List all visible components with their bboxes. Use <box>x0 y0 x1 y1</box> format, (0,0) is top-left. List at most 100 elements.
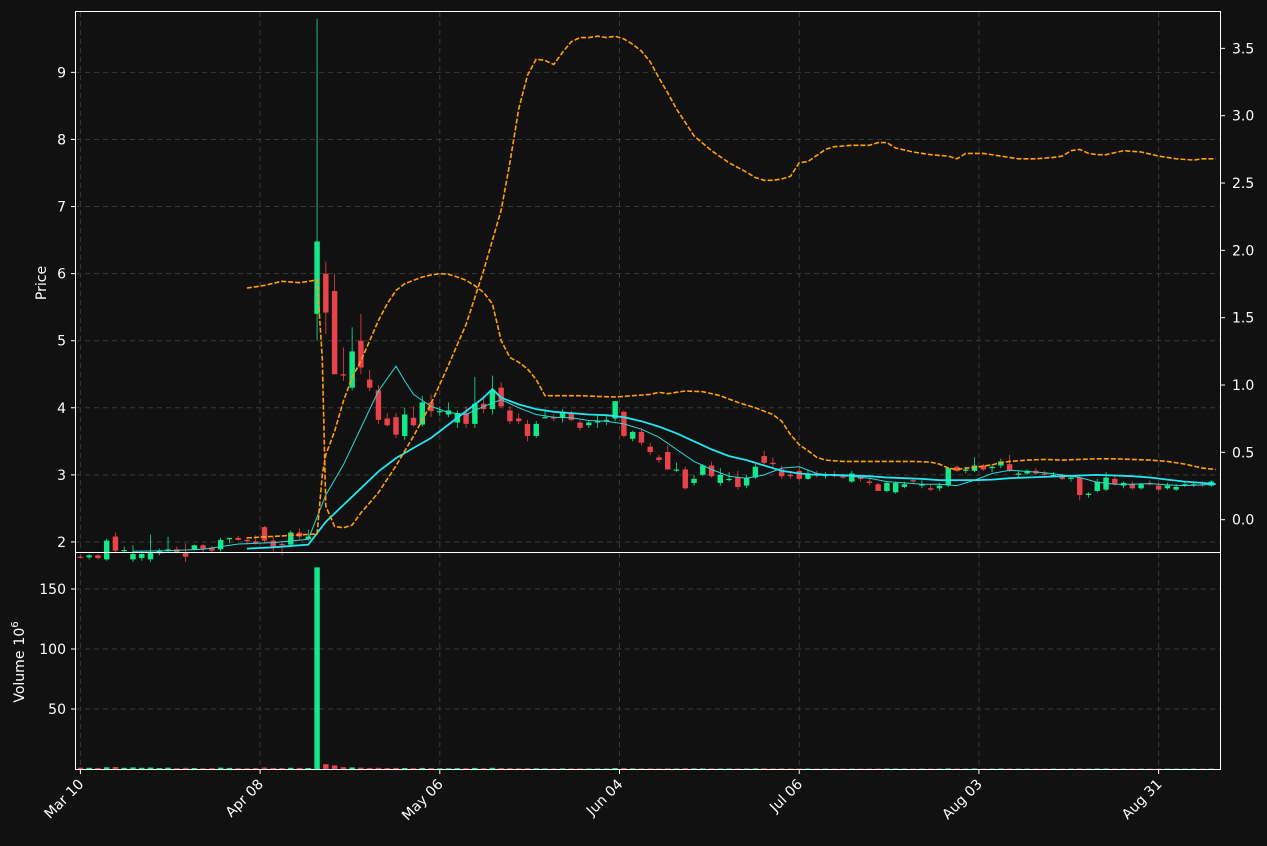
volume-bar <box>235 768 241 769</box>
volume-bar <box>165 767 171 769</box>
candle-body <box>86 555 92 558</box>
candle-body <box>682 469 688 489</box>
volume-bar <box>533 768 539 769</box>
price-tick-label: 2 <box>57 535 66 551</box>
volume-bar <box>209 768 215 769</box>
volume-bar <box>182 767 189 769</box>
candlestick-chart: 2 3 4 5 6 7 8 9 0.0 0.5 1.0 1.5 2.0 2.5 3.0 3.5 50 100 150… <box>0 0 1267 842</box>
volume-bar <box>130 767 136 769</box>
volume-bar <box>340 767 347 769</box>
volume-bar <box>770 768 776 770</box>
candle-body <box>638 431 645 443</box>
secondary-tick-label: 2.0 <box>1232 243 1254 259</box>
secondary-tick-label: 1.5 <box>1232 311 1254 327</box>
candle-body <box>279 543 285 546</box>
price-tick-label: 3 <box>57 468 66 484</box>
volume-bar <box>743 768 750 770</box>
candle-body <box>542 417 548 419</box>
candle-body <box>507 410 513 422</box>
candle-body <box>884 482 890 491</box>
candle-body <box>1164 485 1171 489</box>
candle-body <box>665 452 671 470</box>
volume-bar <box>665 768 671 769</box>
volume-bar <box>480 768 487 769</box>
price-tick-label: 7 <box>57 200 66 216</box>
volume-bar <box>726 768 732 770</box>
candle-body <box>910 480 916 482</box>
candle-body <box>691 478 697 483</box>
secondary-tick-label: 0.0 <box>1232 513 1254 529</box>
volume-bar <box>603 768 610 770</box>
candle-body <box>182 552 189 557</box>
volume-axis-exponent: 6 <box>10 621 21 627</box>
candle-body <box>901 484 908 487</box>
volume-bar <box>752 768 759 769</box>
candle-body <box>437 411 443 413</box>
candle-body <box>112 536 119 551</box>
volume-bar <box>384 768 390 769</box>
candle-body <box>892 482 899 493</box>
volume-bar <box>708 768 715 769</box>
candle-body <box>656 457 662 461</box>
candle-body <box>1041 473 1048 475</box>
volume-bar <box>875 768 881 770</box>
volume-bar <box>691 768 697 769</box>
volume-bar <box>112 767 119 769</box>
price-axis-label: Price <box>34 266 50 300</box>
volume-bar <box>945 768 951 769</box>
volume-tick-label: 50 <box>48 702 66 718</box>
volume-bar <box>454 768 461 769</box>
volume-bar <box>594 768 601 770</box>
volume-bar <box>95 767 101 769</box>
candle-body <box>410 417 417 426</box>
candle-body <box>577 422 583 428</box>
candle-body <box>226 537 233 540</box>
price-tick-label: 8 <box>57 132 66 148</box>
volume-bar <box>638 768 645 769</box>
volume-bar <box>323 764 329 769</box>
volume-bar <box>296 767 303 769</box>
candle-body <box>989 466 995 469</box>
candle-body <box>796 470 802 479</box>
volume-bar <box>647 768 653 769</box>
volume-bar <box>279 768 285 769</box>
volume-bar <box>349 767 355 769</box>
volume-bar <box>77 767 84 769</box>
volume-tick-label: 100 <box>39 642 66 658</box>
volume-bar <box>393 767 399 769</box>
candle-body <box>139 554 145 559</box>
candle-body <box>945 468 951 486</box>
volume-bar <box>577 768 583 769</box>
volume-bar <box>629 768 636 769</box>
volume-bar <box>174 768 180 769</box>
candle-body <box>1129 484 1136 489</box>
candle-body <box>770 462 776 465</box>
price-tick-label: 9 <box>57 65 66 81</box>
volume-bar <box>524 768 531 769</box>
volume-bar <box>498 768 504 769</box>
volume-bar <box>1006 768 1013 770</box>
candle-body <box>489 390 496 410</box>
volume-bar <box>191 768 198 769</box>
volume-bar <box>86 767 92 769</box>
volume-bar <box>735 768 741 769</box>
candle-body <box>1085 493 1092 495</box>
candle-body <box>1068 477 1074 479</box>
candle-body <box>586 422 592 426</box>
volume-bar <box>551 768 557 769</box>
candle-body <box>147 552 154 560</box>
candle-body <box>787 474 794 477</box>
candle-body <box>384 418 390 426</box>
candle-body <box>735 477 741 487</box>
volume-bar <box>612 768 618 769</box>
candle-body <box>1173 486 1179 490</box>
volume-bar <box>358 767 364 769</box>
candle-body <box>866 481 873 483</box>
candle-body <box>1077 477 1083 495</box>
candle-body <box>1155 485 1162 490</box>
volume-bar <box>226 767 233 769</box>
secondary-tick-label: 2.5 <box>1232 176 1254 192</box>
volume-bar <box>1094 768 1100 770</box>
volume-bar <box>542 768 548 769</box>
volume-bar <box>515 768 522 769</box>
